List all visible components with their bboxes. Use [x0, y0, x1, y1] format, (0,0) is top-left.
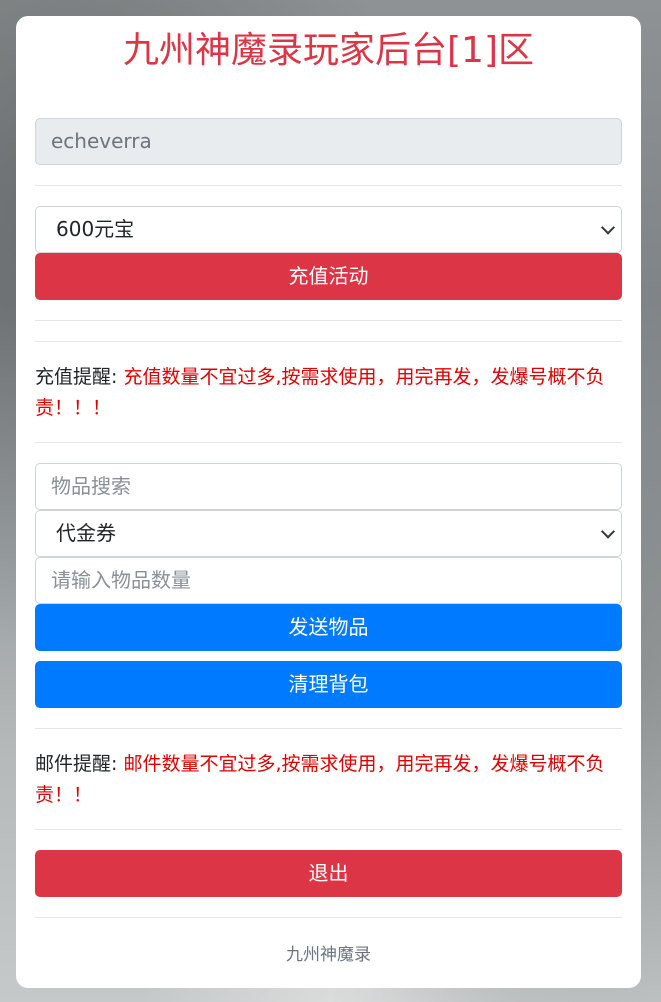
page-title: 九州神魔录玩家后台[1]区 [123, 30, 534, 71]
recharge-amount-select[interactable]: 600元宝 [35, 206, 622, 253]
item-select[interactable]: 代金券 [35, 510, 622, 557]
divider [35, 341, 622, 342]
divider [35, 442, 622, 443]
item-select-value: 代金券 [56, 521, 116, 545]
chevron-down-icon [600, 523, 616, 539]
divider [35, 728, 622, 729]
item-search-input[interactable]: 物品搜索 [35, 463, 622, 510]
recharge-button[interactable]: 充值活动 [35, 253, 622, 300]
divider [35, 320, 622, 321]
mail-notice-text: 邮件数量不宜过多,按需求使用，用完再发，发爆号概不负责！！ [35, 753, 605, 806]
divider [35, 185, 622, 186]
recharge-notice: 充值提醒: 充值数量不宜过多,按需求使用，用完再发，发爆号概不负责！！！ [35, 362, 622, 424]
chevron-down-icon [600, 219, 616, 235]
admin-panel-card: 九州神魔录玩家后台[1]区 echeverra 600元宝 充值活动 充值提醒:… [16, 16, 641, 988]
footer-text: 九州神魔录 [286, 945, 371, 965]
logout-button[interactable]: 退出 [35, 850, 622, 897]
recharge-amount-value: 600元宝 [56, 217, 135, 241]
clear-bag-button[interactable]: 清理背包 [35, 661, 622, 708]
divider [35, 917, 622, 918]
recharge-notice-label: 充值提醒: [35, 366, 118, 388]
mail-notice: 邮件提醒: 邮件数量不宜过多,按需求使用，用完再发，发爆号概不负责！！ [35, 749, 622, 811]
send-item-button[interactable]: 发送物品 [35, 604, 622, 651]
username-field: echeverra [35, 118, 622, 165]
item-quantity-input[interactable]: 请输入物品数量 [35, 557, 622, 604]
recharge-notice-text: 充值数量不宜过多,按需求使用，用完再发，发爆号概不负责！！！ [35, 366, 605, 419]
divider [35, 829, 622, 830]
mail-notice-label: 邮件提醒: [35, 753, 118, 775]
